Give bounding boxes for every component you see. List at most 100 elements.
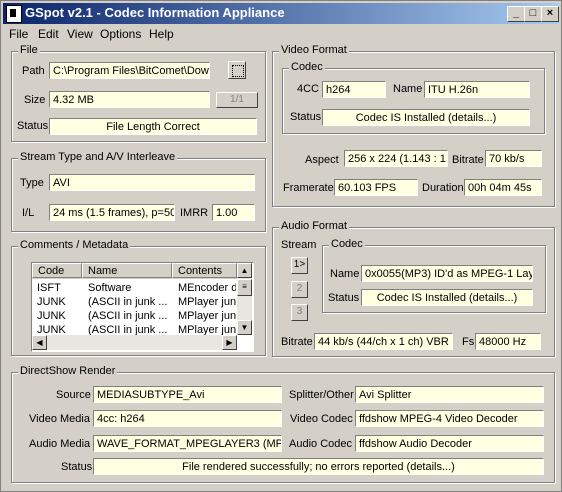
stream-1-button[interactable]: 1>: [291, 257, 308, 274]
path-field[interactable]: C:\Program Files\BitComet\Dowr: [49, 62, 210, 79]
video-codec-field[interactable]: ffdshow MPEG-4 Video Decoder: [355, 410, 544, 427]
comments-legend: Comments / Metadata: [18, 239, 131, 251]
directshow-group: DirectShow Render Source MEDIASUBTYPE_Av…: [11, 365, 555, 483]
video-bitrate-label: Bitrate: [452, 154, 484, 166]
audio-bitrate-field[interactable]: 44 kb/s (44/ch x 1 ch) VBR: [314, 333, 453, 350]
video-bitrate-field[interactable]: 70 kb/s: [485, 150, 542, 167]
close-button[interactable]: ×: [541, 6, 559, 22]
horizontal-scrollbar[interactable]: ◀ ▶: [32, 335, 237, 350]
framerate-field[interactable]: 60.103 FPS: [334, 179, 418, 196]
app-icon[interactable]: [6, 5, 22, 23]
imrr-field[interactable]: 1.00: [212, 204, 255, 221]
size-label: Size: [24, 94, 46, 106]
render-status-label: Status: [61, 461, 93, 473]
audio-codec-legend: Codec: [329, 238, 365, 250]
imrr-label: IMRR: [180, 207, 209, 219]
menu-options[interactable]: Options: [100, 27, 141, 41]
vertical-scrollbar[interactable]: ▲ ≡ ▼: [237, 263, 252, 335]
cell-contents: MPlayer jun: [178, 310, 236, 322]
column-name[interactable]: Name: [82, 263, 172, 278]
type-field[interactable]: AVI: [49, 174, 255, 191]
video-name-label: Name: [393, 83, 423, 95]
audio-status-field[interactable]: Codec IS Installed (details...): [361, 289, 533, 306]
audio-format-group: Audio Format Stream 1> 2 3 Codec Name 0x…: [272, 220, 555, 357]
audio-status-label: Status: [328, 292, 360, 304]
fourcc-label: 4CC: [297, 83, 320, 95]
cell-name: (ASCII in junk ...: [88, 310, 168, 322]
scroll-thumb[interactable]: ≡: [237, 279, 252, 296]
menu-view[interactable]: View: [67, 27, 93, 41]
comments-group: Comments / Metadata Code Name Contents I…: [11, 239, 266, 356]
video-codec-legend: Codec: [289, 61, 325, 73]
scroll-up-icon[interactable]: ▲: [237, 263, 252, 278]
file-legend: File: [18, 44, 40, 56]
path-label: Path: [22, 65, 45, 77]
fs-label: Fs: [462, 336, 475, 348]
stream-3-button[interactable]: 3: [291, 304, 308, 321]
video-format-group: Video Format Codec 4CC h264 Name ITU H.2…: [272, 44, 555, 207]
menu-help[interactable]: Help: [149, 27, 174, 41]
video-media-label: Video Media: [29, 413, 90, 425]
audio-codec-field[interactable]: ffdshow Audio Decoder: [355, 435, 544, 452]
video-media-field[interactable]: 4cc: h264: [93, 410, 282, 427]
column-code[interactable]: Code: [32, 263, 82, 278]
video-status-label: Status: [290, 111, 322, 123]
source-field[interactable]: MEDIASUBTYPE_Avi: [93, 386, 282, 403]
splitter-label: Splitter/Other: [289, 389, 354, 401]
menu-file[interactable]: File: [9, 27, 28, 41]
video-codec-label: Video Codec: [290, 413, 353, 425]
fourcc-field[interactable]: h264: [322, 81, 386, 98]
stream-2-button[interactable]: 2: [291, 281, 308, 298]
audio-name-field[interactable]: 0x0055(MP3) ID'd as MPEG-1 Laye: [361, 265, 533, 282]
audio-codec-group: Codec Name 0x0055(MP3) ID'd as MPEG-1 La…: [322, 238, 546, 313]
title-bar[interactable]: GSpot v2.1 - Codec Information Appliance…: [3, 3, 559, 24]
il-label: I/L: [22, 207, 35, 219]
cell-code: JUNK: [37, 310, 66, 322]
video-format-legend: Video Format: [279, 44, 349, 56]
minimize-button[interactable]: _: [507, 6, 525, 22]
cell-name: Software: [88, 282, 132, 294]
stream-label: Stream: [281, 239, 317, 251]
cell-code: ISFT: [37, 282, 61, 294]
scroll-left-icon[interactable]: ◀: [32, 335, 47, 350]
video-name-field[interactable]: ITU H.26n: [424, 81, 530, 98]
aspect-field[interactable]: 256 x 224 (1.143 : 1: [344, 150, 448, 167]
menu-bar: File Edit View Options Help: [3, 25, 559, 43]
aspect-label: Aspect: [305, 154, 339, 166]
render-status-field[interactable]: File rendered successfully; no errors re…: [93, 458, 544, 475]
menu-edit[interactable]: Edit: [38, 27, 59, 41]
file-group: File Path C:\Program Files\BitComet\Dowr…: [11, 44, 266, 142]
table-header: Code Name Contents: [32, 263, 252, 279]
splitter-field[interactable]: Avi Splitter: [355, 386, 544, 403]
cell-code: JUNK: [37, 296, 66, 308]
audio-name-label: Name: [330, 268, 360, 280]
app-window: GSpot v2.1 - Codec Information Appliance…: [0, 0, 562, 492]
stream-legend: Stream Type and A/V Interleave: [18, 151, 178, 163]
column-contents[interactable]: Contents: [172, 263, 237, 278]
file-status-field[interactable]: File Length Correct: [49, 118, 257, 135]
file-counter[interactable]: 1/1: [216, 92, 258, 108]
audio-codec-label: Audio Codec: [289, 438, 352, 450]
scroll-right-icon[interactable]: ▶: [222, 335, 237, 350]
browse-icon: [232, 65, 244, 77]
size-field[interactable]: 4.32 MB: [49, 91, 210, 108]
scroll-down-icon[interactable]: ▼: [237, 320, 252, 335]
duration-field[interactable]: 00h 04m 45s: [464, 179, 542, 196]
video-status-field[interactable]: Codec IS Installed (details...): [322, 109, 530, 126]
stream-group: Stream Type and A/V Interleave Type AVI …: [11, 151, 266, 232]
framerate-label: Framerate: [283, 182, 334, 194]
audio-format-legend: Audio Format: [279, 220, 350, 232]
cell-contents: MPlayer jun: [178, 296, 236, 308]
audio-media-label: Audio Media: [29, 438, 91, 450]
il-field[interactable]: 24 ms (1.5 frames), p=504: [49, 204, 175, 221]
maximize-button[interactable]: □: [524, 6, 542, 22]
fs-field[interactable]: 48000 Hz: [475, 333, 541, 350]
duration-label: Duration: [422, 182, 464, 194]
audio-media-field[interactable]: WAVE_FORMAT_MPEGLAYER3 (MP: [93, 435, 282, 452]
window-title: GSpot v2.1 - Codec Information Appliance: [25, 5, 285, 20]
comments-table[interactable]: Code Name Contents ISFT Software MEncode…: [31, 262, 254, 352]
cell-name: (ASCII in junk ...: [88, 296, 168, 308]
type-label: Type: [20, 177, 44, 189]
browse-button[interactable]: [228, 61, 246, 79]
source-label: Source: [56, 389, 91, 401]
